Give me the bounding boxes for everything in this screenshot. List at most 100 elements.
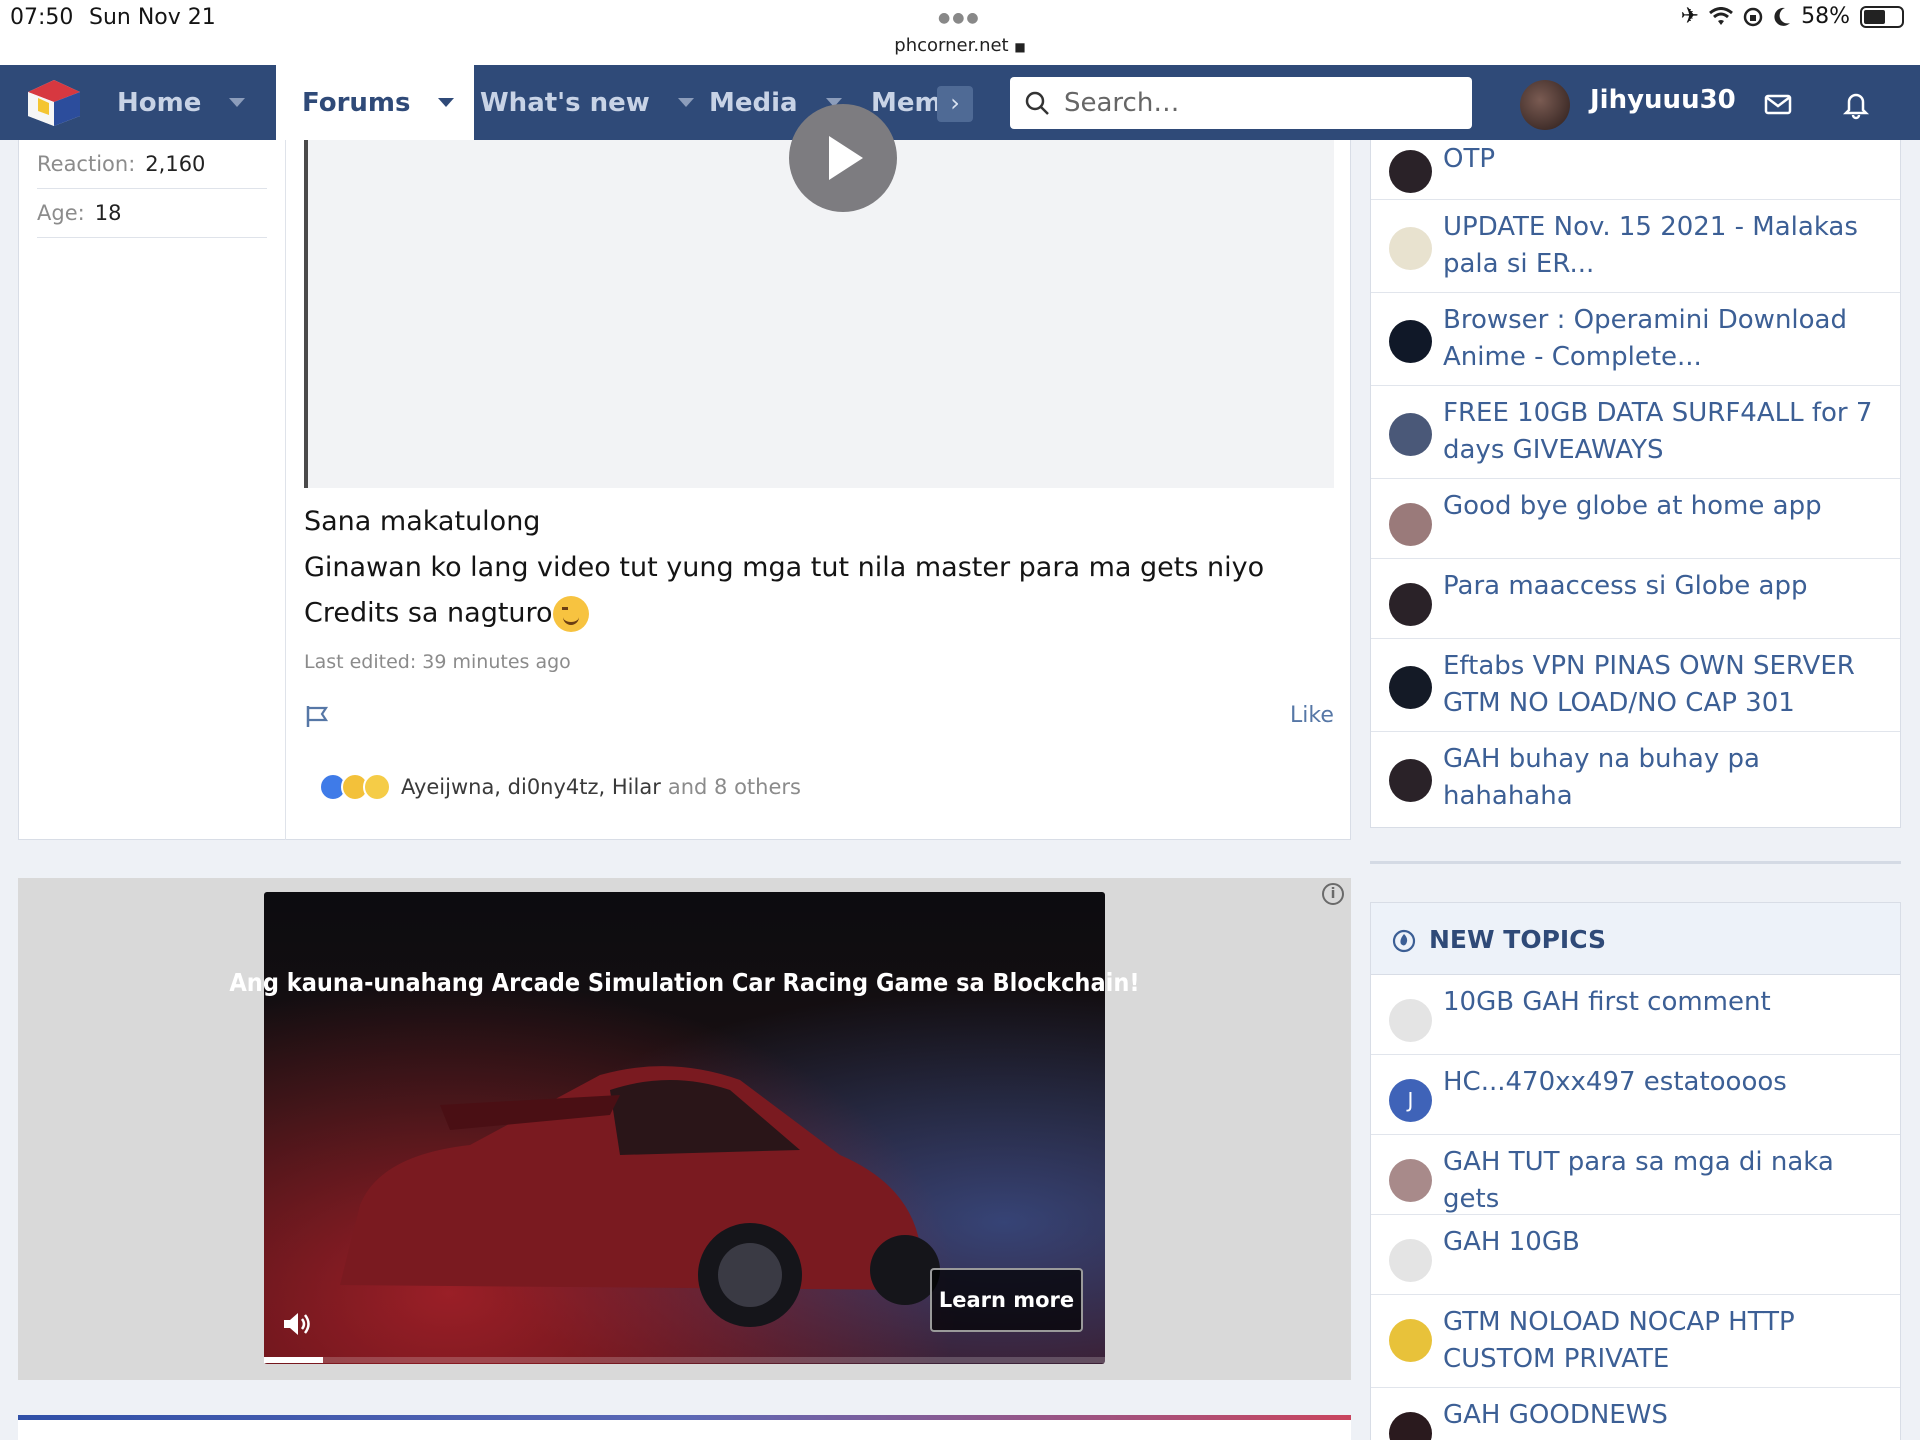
- wink-emoji-icon: [552, 596, 589, 632]
- multitask-dots-icon[interactable]: ●●●: [938, 10, 981, 26]
- caret-down-icon[interactable]: [438, 98, 455, 107]
- stat-key: Reaction:: [37, 152, 136, 176]
- tab-members-label: Mem: [871, 87, 942, 118]
- thread-title-link[interactable]: GTM NOLOAD NOCAP HTTP CUSTOM PRIVATE: [1443, 1304, 1883, 1378]
- reaction-others-link[interactable]: and 8 others: [668, 775, 801, 799]
- stat-value: 2,160: [145, 152, 206, 176]
- thread-avatar[interactable]: [1389, 227, 1432, 270]
- sidebar-thread-item[interactable]: 10GB GAH first comment: [1371, 975, 1900, 1055]
- username-link[interactable]: Jihyuuu30: [1590, 85, 1736, 115]
- ad-headline: Ang kauna-unahang Arcade Simulation Car …: [229, 968, 1140, 997]
- thread-title-link[interactable]: FREE 10GB DATA SURF4ALL for 7 days GIVEA…: [1443, 395, 1883, 469]
- tab-whats-new[interactable]: What's new: [480, 65, 694, 140]
- status-time: 07:50: [10, 5, 74, 30]
- sidebar-thread-item[interactable]: GAH 10GB: [1371, 1215, 1900, 1295]
- speaker-icon[interactable]: [282, 1310, 312, 1338]
- tab-forums-label: Forums: [302, 87, 411, 118]
- like-button[interactable]: Like: [1290, 703, 1334, 728]
- airplane-icon: ✈: [1680, 4, 1700, 29]
- thread-avatar[interactable]: [1389, 666, 1432, 709]
- sidebar-thread-item[interactable]: Globe at home bypass no need OTP: [1371, 140, 1900, 200]
- thread-avatar[interactable]: [1389, 1319, 1432, 1362]
- tab-home[interactable]: Home: [117, 65, 246, 140]
- tab-media-label: Media: [709, 87, 798, 118]
- sidebar-thread-item[interactable]: Eftabs VPN PINAS OWN SERVER GTM NO LOAD/…: [1371, 639, 1900, 732]
- sidebar-thread-item[interactable]: Good bye globe at home app: [1371, 479, 1900, 559]
- thread-avatar[interactable]: [1389, 320, 1432, 363]
- thread-title-link[interactable]: GAH 10GB: [1443, 1224, 1883, 1261]
- sidebar-thread-list: Globe at home bypass no need OTP UPDATE N…: [1370, 140, 1901, 828]
- stat-key: Age:: [37, 201, 85, 225]
- embedded-video[interactable]: [304, 104, 1334, 488]
- thread-title-link[interactable]: 10GB GAH first comment: [1443, 984, 1883, 1021]
- reactions-bar[interactable]: Ayeijwna, di0ny4tz, Hilar and 8 others: [319, 773, 801, 801]
- sidebar-thread-item[interactable]: GAH buhay na buhay pa hahahaha: [1371, 732, 1900, 827]
- reaction-names[interactable]: Ayeijwna, di0ny4tz, Hilar: [401, 775, 661, 799]
- post-text-line: Ginawan ko lang video tut yung mga tut n…: [304, 552, 1265, 583]
- thread-title-link[interactable]: GAH GOODNEWS: [1443, 1397, 1883, 1434]
- sidebar-thread-item[interactable]: Para maaccess si Globe app: [1371, 559, 1900, 639]
- thread-title-link[interactable]: GAH buhay na buhay pa hahahaha: [1443, 741, 1883, 815]
- user-stat-age: Age: 18: [37, 189, 267, 238]
- thread-avatar[interactable]: [1389, 503, 1432, 546]
- thread-title-link[interactable]: GAH TUT para sa mga di naka gets: [1443, 1144, 1883, 1218]
- thread-title-link[interactable]: Browser : Operamini Download Anime - Com…: [1443, 302, 1883, 376]
- thread-avatar[interactable]: J: [1389, 1079, 1432, 1122]
- ad-info-icon[interactable]: i: [1322, 883, 1344, 905]
- thread-avatar[interactable]: [1389, 1239, 1432, 1282]
- bell-icon[interactable]: [1840, 88, 1872, 120]
- fire-icon: [1392, 929, 1416, 953]
- sidebar-thread-item[interactable]: Browser : Operamini Download Anime - Com…: [1371, 293, 1900, 386]
- sidebar-thread-item[interactable]: J HC...470xx497 estatoooos: [1371, 1055, 1900, 1135]
- new-topics-heading: NEW TOPICS: [1429, 925, 1607, 954]
- sidebar-thread-item[interactable]: GTM NOLOAD NOCAP HTTP CUSTOM PRIVATE: [1371, 1295, 1900, 1388]
- thread-title-link[interactable]: HC...470xx497 estatoooos: [1443, 1064, 1883, 1101]
- thread-avatar[interactable]: [1389, 583, 1432, 626]
- thread-avatar[interactable]: [1389, 150, 1432, 193]
- thread-title-link[interactable]: UPDATE Nov. 15 2021 - Malakas pala si ER…: [1443, 209, 1883, 283]
- sidebar-thread-item[interactable]: GAH TUT para sa mga di naka gets: [1371, 1135, 1900, 1215]
- flag-icon[interactable]: [304, 703, 330, 729]
- sidebar-thread-item[interactable]: FREE 10GB DATA SURF4ALL for 7 days GIVEA…: [1371, 386, 1900, 479]
- battery-level: [1864, 9, 1885, 24]
- search-input[interactable]: [1064, 88, 1464, 118]
- chevron-right-icon: ›: [950, 89, 960, 117]
- battery-icon: [1860, 5, 1904, 28]
- address-bar[interactable]: phcorner.net ■: [0, 35, 1920, 56]
- nav-scroll-right-button[interactable]: ›: [937, 86, 973, 122]
- play-icon[interactable]: [789, 104, 897, 212]
- caret-down-icon[interactable]: [229, 98, 246, 107]
- wow-reaction-icon: [363, 773, 391, 801]
- thread-avatar[interactable]: [1389, 1159, 1432, 1202]
- moon-icon: [1774, 7, 1791, 26]
- thread-avatar[interactable]: [1389, 999, 1432, 1042]
- thread-avatar[interactable]: [1389, 759, 1432, 802]
- thread-title-link[interactable]: Eftabs VPN PINAS OWN SERVER GTM NO LOAD/…: [1443, 648, 1883, 722]
- ios-status-bar: 07:50 Sun Nov 21 ●●● phcorner.net ■ ✈ 58…: [0, 0, 1920, 65]
- orientation-lock-icon: [1743, 7, 1763, 26]
- thread-avatar[interactable]: [1389, 413, 1432, 456]
- envelope-icon[interactable]: [1762, 88, 1794, 120]
- thread-title-link[interactable]: Para maaccess si Globe app: [1443, 568, 1883, 605]
- post-text-line-credits: Credits sa nagturo: [304, 596, 589, 632]
- site-logo-icon[interactable]: [25, 78, 83, 128]
- tab-forums[interactable]: Forums: [276, 65, 475, 140]
- sidebar-thread-item[interactable]: UPDATE Nov. 15 2021 - Malakas pala si ER…: [1371, 200, 1900, 293]
- post-user-info: Reaction: 2,160 Age: 18: [19, 140, 286, 840]
- search-icon: [1025, 91, 1049, 115]
- thread-avatar[interactable]: [1389, 1412, 1432, 1440]
- new-topics-header: NEW TOPICS: [1371, 903, 1900, 975]
- tab-whats-new-label: What's new: [480, 87, 650, 118]
- new-topics-block: NEW TOPICS 10GB GAH first comment J HC...4…: [1370, 902, 1901, 1440]
- search-box[interactable]: [1010, 77, 1472, 129]
- thread-title-link[interactable]: Globe at home bypass no need OTP: [1443, 140, 1883, 178]
- thread-title-link[interactable]: Good bye globe at home app: [1443, 488, 1883, 525]
- learn-more-button[interactable]: Learn more: [930, 1268, 1083, 1332]
- next-post-card: [18, 1415, 1351, 1440]
- caret-down-icon[interactable]: [677, 98, 694, 107]
- user-avatar[interactable]: [1520, 80, 1570, 130]
- car-image: [340, 1066, 940, 1327]
- sidebar-thread-item[interactable]: GAH GOODNEWS: [1371, 1388, 1900, 1440]
- user-stat-reaction: Reaction: 2,160: [37, 140, 267, 189]
- post-text-line: Credits sa nagturo: [304, 597, 553, 629]
